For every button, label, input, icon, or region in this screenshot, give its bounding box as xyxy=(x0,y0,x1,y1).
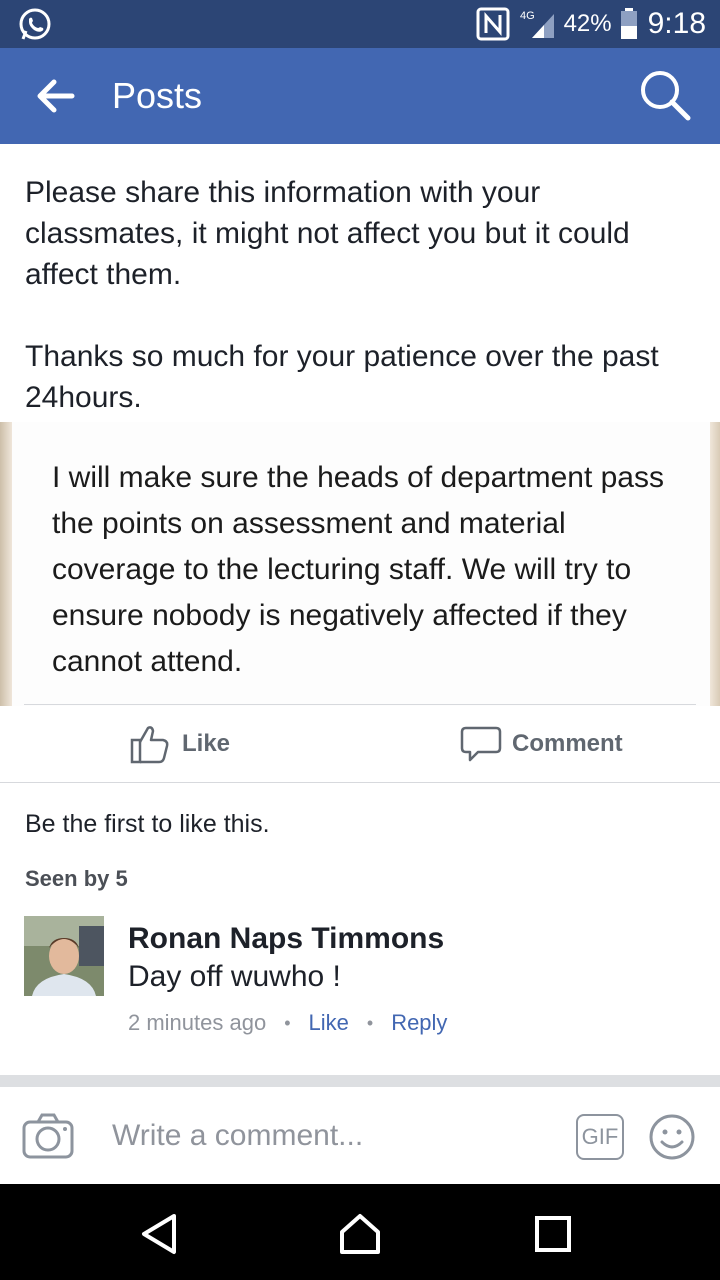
emoji-icon[interactable] xyxy=(648,1113,696,1161)
search-icon[interactable] xyxy=(638,68,692,122)
divider xyxy=(24,704,696,705)
image-quote-text: I will make sure the heads of department… xyxy=(52,461,664,678)
comment-time[interactable]: 2 minutes ago xyxy=(128,1010,266,1036)
comment-label: Comment xyxy=(512,730,623,757)
seen-by[interactable]: Seen by 5 xyxy=(25,866,128,892)
section-separator xyxy=(0,1075,720,1087)
avatar[interactable] xyxy=(24,916,104,996)
thumbs-up-icon xyxy=(130,726,169,764)
camera-icon[interactable] xyxy=(22,1113,74,1159)
divider xyxy=(0,782,720,783)
post-paragraph: Please share this information with your … xyxy=(25,176,630,291)
status-bar: 4G 42% 9:18 xyxy=(0,0,720,48)
image-edge-left xyxy=(0,422,12,706)
comment-input[interactable] xyxy=(112,1115,552,1157)
meta-separator: • xyxy=(366,1012,374,1033)
like-label: Like xyxy=(182,730,231,757)
like-button[interactable]: Like xyxy=(130,722,230,766)
comment-composer: GIF xyxy=(0,1087,720,1184)
comment-text: Day off wuwho ! xyxy=(128,960,341,993)
nav-back-icon[interactable] xyxy=(138,1212,182,1256)
clock: 9:18 xyxy=(647,7,706,40)
likes-summary[interactable]: Be the first to like this. xyxy=(25,810,270,839)
battery-icon xyxy=(620,8,637,39)
signal-icon: 4G xyxy=(520,10,554,38)
comment-like-link[interactable]: Like xyxy=(309,1010,349,1036)
whatsapp-icon xyxy=(19,8,51,40)
nav-home-icon[interactable] xyxy=(338,1212,382,1256)
comment-button[interactable]: Comment xyxy=(460,722,623,766)
back-arrow-icon[interactable] xyxy=(32,74,80,118)
profile-photo xyxy=(24,916,104,996)
nav-recents-icon[interactable] xyxy=(531,1212,575,1256)
post-paragraph: Thanks so much for your patience over th… xyxy=(25,340,659,414)
comment-author[interactable]: Ronan Naps Timmons xyxy=(128,922,444,956)
comment-bubble-icon xyxy=(460,726,502,762)
network-type: 4G xyxy=(520,10,535,22)
gif-label: GIF xyxy=(581,1124,619,1149)
nfc-icon xyxy=(476,7,510,41)
image-content: I will make sure the heads of department… xyxy=(12,422,710,706)
battery-percentage: 42% xyxy=(563,10,612,37)
page-title: Posts xyxy=(112,75,203,116)
navigation-bar xyxy=(0,1184,720,1280)
post-image[interactable]: I will make sure the heads of department… xyxy=(0,422,720,706)
gif-button[interactable]: GIF xyxy=(576,1114,624,1160)
post-text: Please share this information with your … xyxy=(25,172,695,459)
comment-reply-link[interactable]: Reply xyxy=(391,1010,447,1036)
image-edge-right xyxy=(710,422,720,706)
comment-meta: 2 minutes ago • Like • Reply xyxy=(128,1010,447,1036)
meta-separator: • xyxy=(284,1012,291,1033)
app-bar: Posts xyxy=(0,48,720,144)
